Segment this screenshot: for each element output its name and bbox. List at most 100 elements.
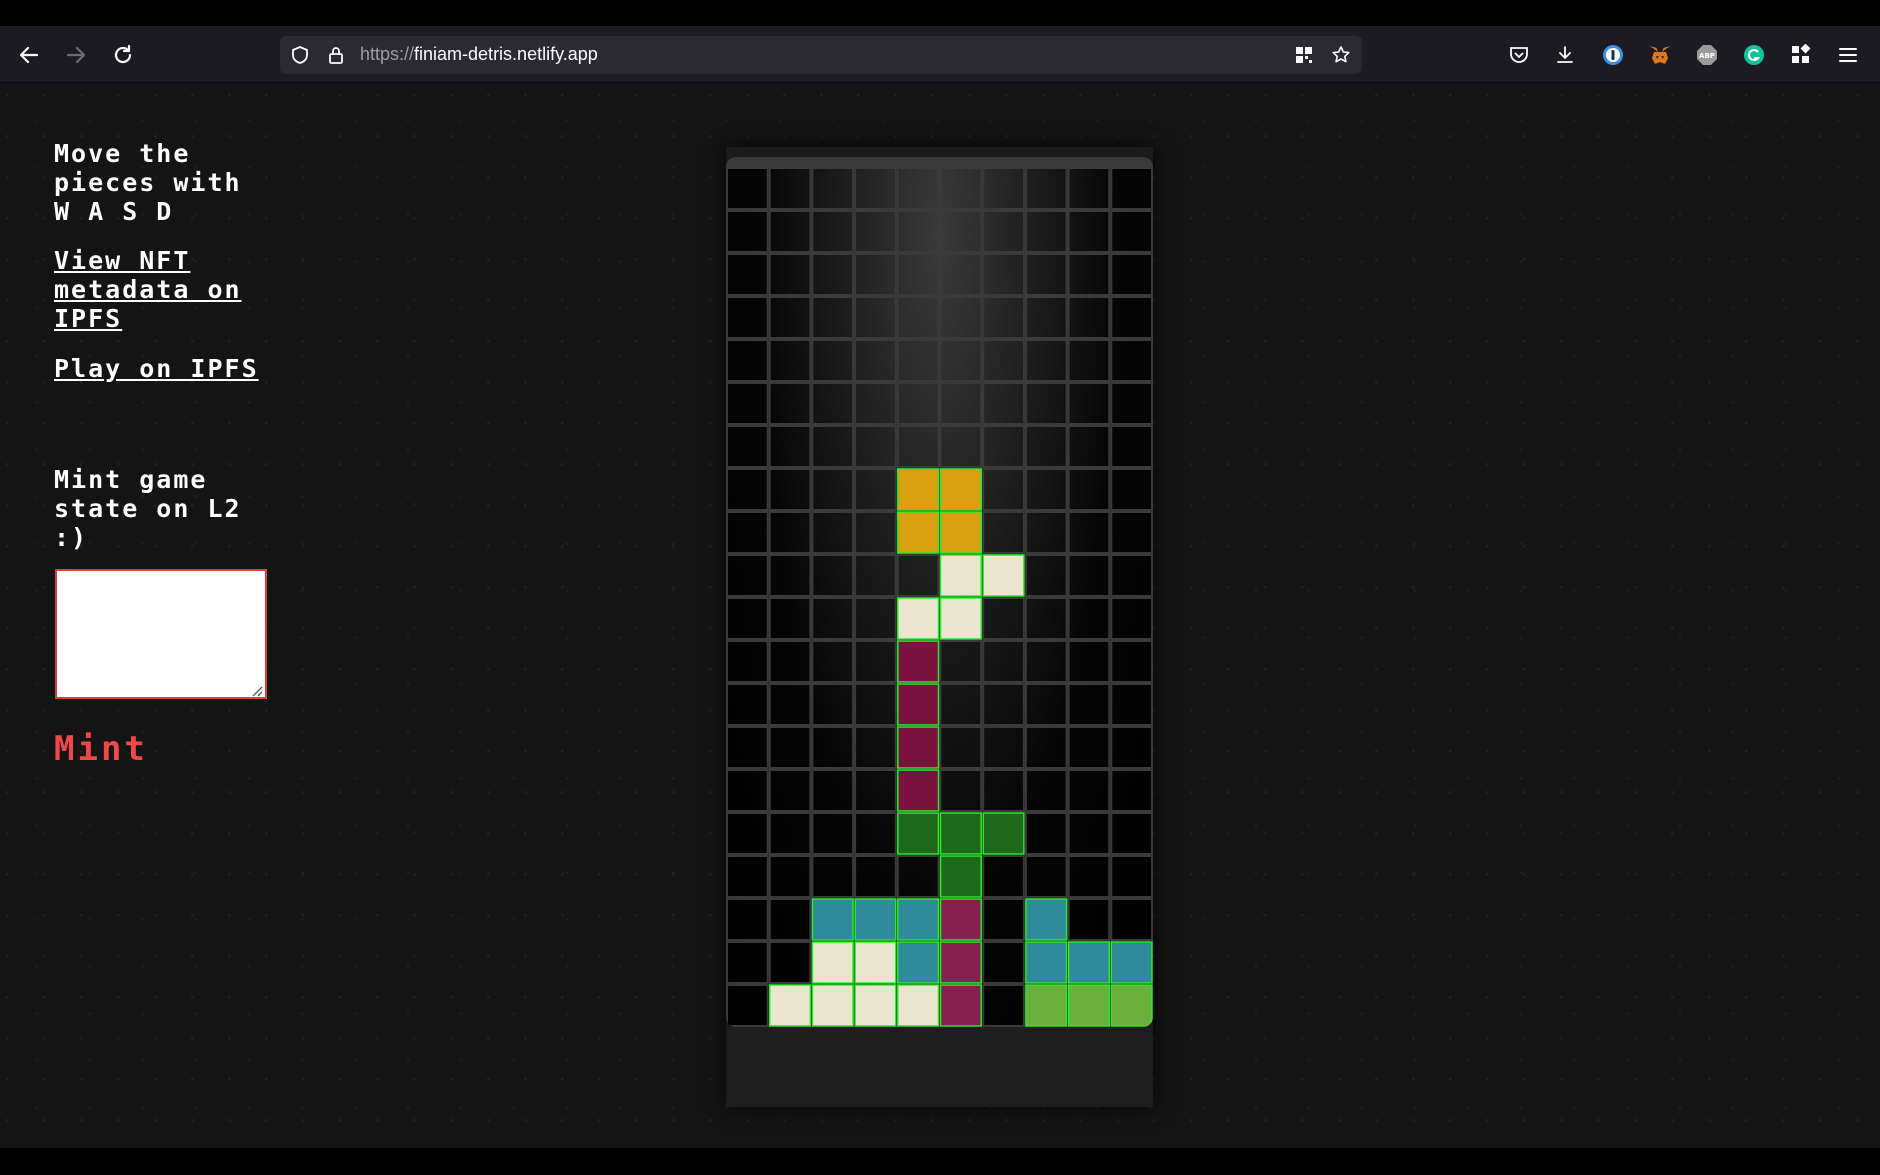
empty-cell: [1110, 511, 1153, 554]
empty-cell: [1024, 339, 1068, 382]
empty-cell: [726, 812, 769, 855]
empty-cell: [854, 382, 897, 425]
tetromino-block: [939, 554, 982, 597]
empty-cell: [1067, 855, 1111, 898]
board-footer: [726, 1027, 1153, 1107]
forward-button[interactable]: [63, 42, 89, 68]
empty-cell: [768, 511, 812, 554]
empty-cell: [1067, 425, 1111, 468]
menu-icon[interactable]: [1836, 43, 1860, 67]
empty-cell: [726, 468, 769, 511]
empty-cell: [982, 683, 1025, 726]
empty-cell: [811, 425, 855, 468]
browser-toolbar: https://finiam-detris.netlify.app ABP: [0, 26, 1880, 83]
1password-icon[interactable]: [1601, 43, 1625, 67]
empty-cell: [768, 812, 812, 855]
view-nft-metadata-link[interactable]: View NFT metadata on IPFS: [54, 246, 354, 333]
download-icon[interactable]: [1553, 43, 1577, 67]
empty-cell: [726, 726, 769, 769]
empty-cell: [896, 167, 940, 210]
empty-cell: [1110, 898, 1153, 941]
empty-cell: [982, 167, 1025, 210]
sidebar: Move the pieces with W A S D View NFT me…: [54, 139, 354, 552]
bookmark-star-icon[interactable]: [1331, 45, 1351, 65]
empty-cell: [939, 253, 983, 296]
empty-cell: [854, 511, 897, 554]
empty-cell: [1024, 253, 1068, 296]
empty-cell: [939, 683, 983, 726]
back-arrow-icon: [19, 46, 39, 64]
empty-cell: [811, 683, 855, 726]
empty-cell: [768, 855, 812, 898]
tetromino-block: [897, 898, 940, 941]
empty-cell: [854, 812, 897, 855]
empty-cell: [1024, 167, 1068, 210]
tetromino-block: [811, 898, 854, 941]
empty-cell: [896, 554, 940, 597]
tetromino-block: [768, 984, 812, 1027]
tetromino-block: [897, 812, 940, 855]
adblock-icon[interactable]: ABP: [1695, 43, 1719, 67]
tetromino-block: [897, 683, 940, 726]
empty-cell: [896, 425, 940, 468]
mint-textarea[interactable]: [55, 569, 267, 699]
empty-cell: [726, 382, 769, 425]
empty-cell: [982, 253, 1025, 296]
metamask-icon[interactable]: [1648, 43, 1672, 67]
tetromino-block: [939, 468, 982, 511]
empty-cell: [811, 812, 855, 855]
resize-grip-icon[interactable]: [249, 683, 263, 697]
empty-cell: [854, 769, 897, 812]
empty-cell: [726, 167, 769, 210]
lock-icon[interactable]: [326, 45, 346, 65]
empty-cell: [1110, 167, 1153, 210]
os-top-bar: [0, 0, 1880, 26]
pocket-icon[interactable]: [1507, 43, 1531, 67]
empty-cell: [768, 382, 812, 425]
empty-cell: [768, 468, 812, 511]
extensions-icon[interactable]: [1789, 43, 1813, 67]
empty-cell: [982, 726, 1025, 769]
empty-cell: [982, 425, 1025, 468]
address-bar[interactable]: https://finiam-detris.netlify.app: [280, 36, 1362, 74]
tetromino-block: [897, 769, 940, 812]
empty-cell: [1024, 296, 1068, 339]
empty-cell: [768, 941, 812, 984]
qr-code-icon[interactable]: [1294, 45, 1314, 65]
url-scheme: https://: [360, 44, 415, 64]
empty-cell: [1067, 296, 1111, 339]
empty-cell: [726, 898, 769, 941]
empty-cell: [854, 296, 897, 339]
svg-text:ABP: ABP: [1699, 52, 1715, 60]
empty-cell: [726, 683, 769, 726]
tetromino-block: [854, 898, 897, 941]
tetromino-block: [1067, 941, 1111, 984]
grammarly-icon[interactable]: [1742, 43, 1766, 67]
url-text[interactable]: https://finiam-detris.netlify.app: [360, 44, 598, 65]
back-button[interactable]: [16, 42, 42, 68]
empty-cell: [1110, 554, 1153, 597]
empty-cell: [768, 597, 812, 640]
empty-cell: [854, 167, 897, 210]
empty-cell: [1110, 640, 1153, 683]
tetris-board[interactable]: [726, 167, 1153, 1027]
empty-cell: [1024, 726, 1068, 769]
empty-cell: [1024, 425, 1068, 468]
empty-cell: [939, 382, 983, 425]
reload-button[interactable]: [110, 42, 136, 68]
play-on-ipfs-link[interactable]: Play on IPFS: [54, 354, 354, 383]
empty-cell: [854, 425, 897, 468]
empty-cell: [1110, 769, 1153, 812]
empty-cell: [1067, 597, 1111, 640]
empty-cell: [896, 382, 940, 425]
empty-cell: [982, 296, 1025, 339]
empty-cell: [768, 769, 812, 812]
empty-cell: [854, 253, 897, 296]
empty-cell: [768, 425, 812, 468]
mint-button[interactable]: Mint: [54, 729, 148, 769]
empty-cell: [811, 597, 855, 640]
tetromino-block: [939, 597, 982, 640]
shield-icon[interactable]: [290, 45, 310, 65]
empty-cell: [768, 210, 812, 253]
board-canvas: [726, 167, 1153, 1027]
